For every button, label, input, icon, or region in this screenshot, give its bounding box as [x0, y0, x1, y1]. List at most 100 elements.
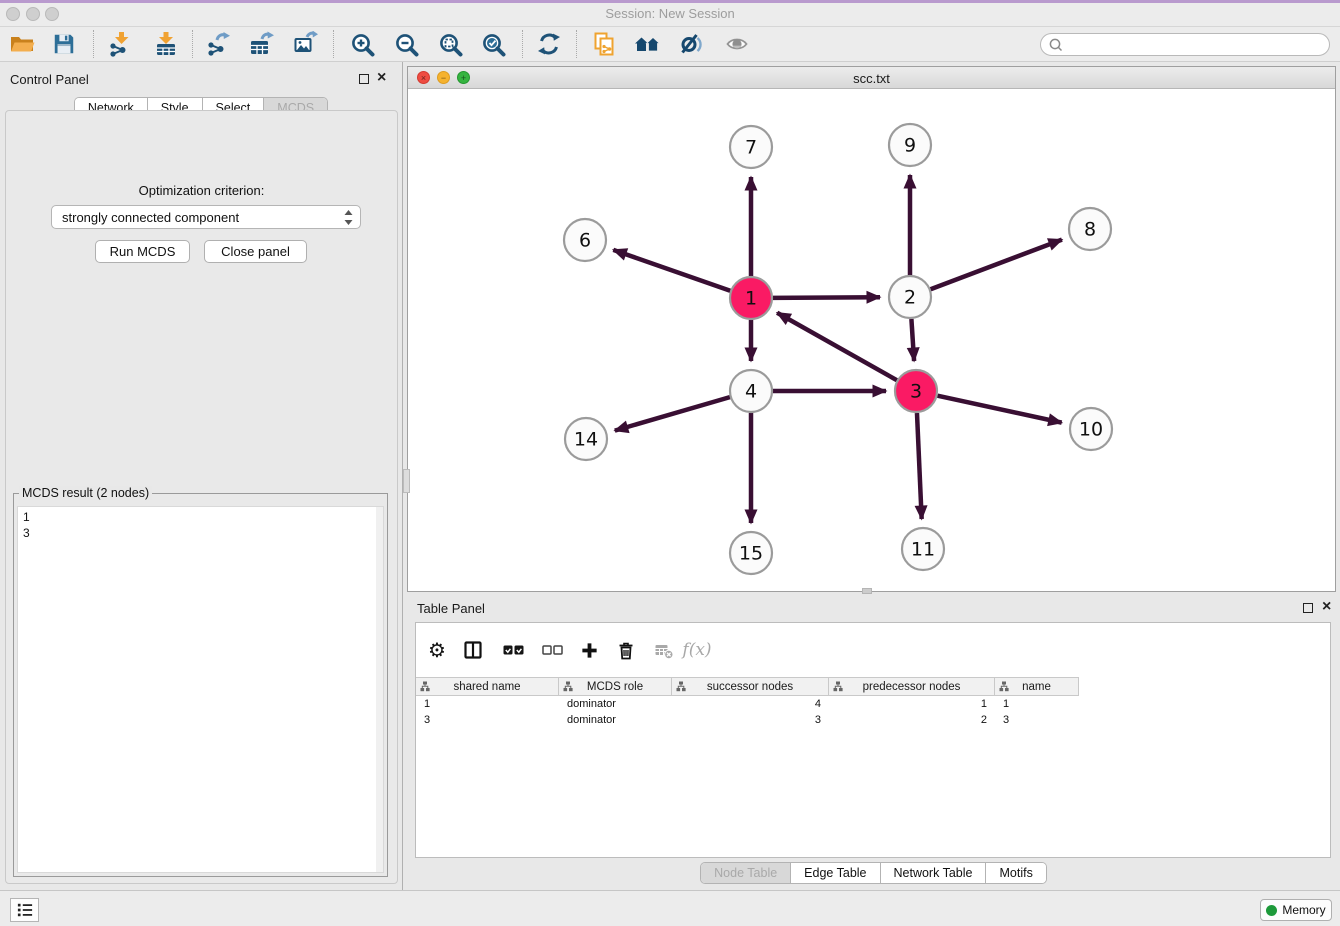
close-table-panel-icon[interactable]: ×: [1322, 601, 1331, 613]
deselect-all-icon[interactable]: [539, 637, 565, 663]
graph-node-label: 2: [904, 287, 916, 309]
graph-node-label: 14: [574, 429, 598, 451]
float-panel-icon[interactable]: [359, 74, 369, 84]
task-history-button[interactable]: [10, 898, 39, 922]
graph-edge-4-14[interactable]: [615, 397, 730, 430]
search-box[interactable]: [1040, 33, 1330, 56]
toolbar-separator: [522, 30, 523, 58]
graph-edge-2-8[interactable]: [931, 240, 1062, 290]
mcds-result-text[interactable]: 1 3: [17, 506, 384, 873]
graph-node-label: 8: [1084, 219, 1096, 241]
search-icon: [1048, 37, 1064, 53]
columns-icon[interactable]: [460, 637, 486, 663]
panel-split-handle[interactable]: [403, 469, 410, 493]
graph-node-label: 9: [904, 135, 916, 157]
import-table-icon[interactable]: [151, 29, 181, 59]
zoom-in-icon[interactable]: [347, 29, 377, 59]
toggle-graphics-details-icon[interactable]: [677, 29, 707, 59]
save-session-icon[interactable]: [49, 29, 79, 59]
toolbar-separator: [93, 30, 94, 58]
graph-edge-1-2[interactable]: [773, 297, 880, 298]
table-cell: 3: [672, 712, 829, 728]
table-tab-bar: Node TableEdge TableNetwork TableMotifs: [407, 862, 1340, 884]
zoom-fit-icon[interactable]: [435, 29, 465, 59]
clone-network-icon[interactable]: [589, 29, 619, 59]
sort-icon: [833, 681, 843, 692]
graph-node-label: 7: [745, 137, 757, 159]
node-table: ⚙ f(x) shared nameMCDS rolesuccessor nod…: [415, 622, 1331, 858]
column-header-MCDS-role[interactable]: MCDS role: [559, 677, 672, 696]
graph-node-label: 1: [745, 288, 757, 310]
tab-motifs[interactable]: Motifs: [986, 863, 1045, 883]
graph-edge-3-10[interactable]: [937, 396, 1061, 423]
select-all-icon[interactable]: [500, 637, 526, 663]
table-header: shared nameMCDS rolesuccessor nodesprede…: [416, 677, 1079, 696]
network-graph[interactable]: 1234678910111415: [408, 89, 1335, 591]
export-network-icon[interactable]: [203, 29, 233, 59]
table-cell: 4: [672, 696, 829, 712]
window-title: Session: New Session: [0, 6, 1340, 21]
delete-icon[interactable]: [613, 637, 639, 663]
add-icon[interactable]: [576, 637, 602, 663]
column-header-name[interactable]: name: [995, 677, 1079, 696]
graph-node-label: 15: [739, 543, 763, 565]
search-input[interactable]: [1068, 36, 1329, 54]
sort-icon: [999, 681, 1009, 692]
gear-icon[interactable]: ⚙: [424, 637, 450, 663]
network-window-titlebar[interactable]: × − + scc.txt: [408, 67, 1335, 89]
criterion-dropdown[interactable]: strongly connected component: [51, 205, 361, 229]
optimization-criterion-label: Optimization criterion:: [6, 183, 397, 198]
network-canvas[interactable]: 1234678910111415: [408, 89, 1335, 591]
main-toolbar: [0, 27, 1340, 62]
chevron-up-down-icon: [343, 209, 354, 226]
graph-node-label: 6: [579, 230, 591, 252]
memory-label: Memory: [1282, 903, 1325, 917]
control-panel: Control Panel × NetworkStyleSelectMCDS O…: [0, 62, 403, 890]
table-row[interactable]: 1dominator411: [416, 696, 1079, 712]
export-image-icon[interactable]: [290, 29, 320, 59]
table-row[interactable]: 3dominator323: [416, 712, 1079, 728]
table-split-handle[interactable]: [862, 588, 872, 594]
mcds-result-group: MCDS result (2 nodes) 1 3: [13, 493, 388, 877]
table-panel: Table Panel × ⚙ f(x) shared nameMCDS rol…: [407, 595, 1340, 890]
sort-icon: [420, 681, 430, 692]
function-builder-icon: f(x): [684, 637, 710, 663]
graph-node-label: 11: [911, 539, 935, 561]
graph-edge-1-6[interactable]: [613, 250, 730, 291]
destroy-table-icon[interactable]: [651, 637, 677, 663]
memory-button[interactable]: Memory: [1260, 899, 1332, 921]
tab-node-table[interactable]: Node Table: [701, 863, 791, 883]
table-cell: dominator: [559, 696, 672, 712]
column-header-successor-nodes[interactable]: successor nodes: [672, 677, 829, 696]
zoom-out-icon[interactable]: [391, 29, 421, 59]
tab-network-table[interactable]: Network Table: [881, 863, 987, 883]
tab-edge-table[interactable]: Edge Table: [791, 863, 880, 883]
zoom-selected-icon[interactable]: [478, 29, 508, 59]
table-cell: 1: [416, 696, 559, 712]
list-icon: [16, 902, 34, 918]
show-hide-icon[interactable]: [722, 29, 752, 59]
table-cell: 2: [829, 712, 995, 728]
table-cell: 1: [829, 696, 995, 712]
network-window: × − + scc.txt 1234678910111415: [407, 66, 1336, 592]
column-header-predecessor-nodes[interactable]: predecessor nodes: [829, 677, 995, 696]
toolbar-separator: [576, 30, 577, 58]
graph-node-label: 4: [745, 381, 757, 403]
run-mcds-button[interactable]: Run MCDS: [95, 240, 190, 263]
close-panel-button[interactable]: Close panel: [204, 240, 307, 263]
graph-node-label: 10: [1079, 419, 1103, 441]
graph-edge-3-11[interactable]: [917, 413, 922, 519]
import-network-icon[interactable]: [105, 29, 135, 59]
open-session-icon[interactable]: [7, 29, 37, 59]
result-scrollbar[interactable]: [376, 507, 383, 872]
home-icon[interactable]: [633, 29, 663, 59]
graph-edge-2-3[interactable]: [911, 319, 914, 361]
export-table-icon[interactable]: [246, 29, 276, 59]
table-cell: 1: [995, 696, 1079, 712]
graph-edge-3-1[interactable]: [777, 313, 897, 380]
column-header-shared-name[interactable]: shared name: [416, 677, 559, 696]
apply-layout-icon[interactable]: [534, 29, 564, 59]
toolbar-separator: [333, 30, 334, 58]
float-table-panel-icon[interactable]: [1303, 603, 1313, 613]
close-panel-icon[interactable]: ×: [377, 72, 386, 84]
